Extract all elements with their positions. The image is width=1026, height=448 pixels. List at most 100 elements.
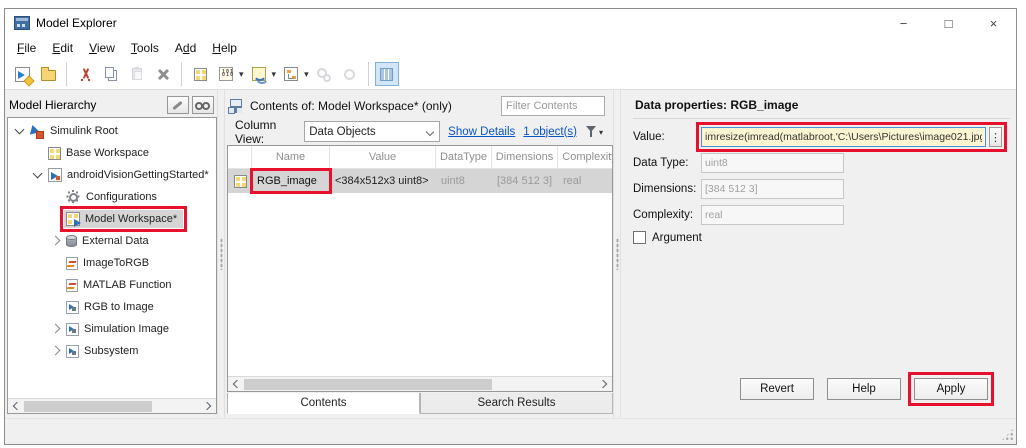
screenshot-stage: Model Explorer − □ × File Edit View Tool… — [0, 0, 1026, 448]
table-row-rgb-image[interactable]: RGB_image <384x512x3 uint8> uint8 [384 5… — [228, 168, 612, 194]
minimize-button[interactable]: − — [881, 9, 926, 37]
dropdown-caret-icon[interactable]: ▾ — [272, 69, 277, 80]
scroll-thumb[interactable] — [244, 378, 492, 390]
tree-item-base-workspace[interactable]: Base Workspace — [8, 142, 216, 164]
tree-item-rgb-to-image[interactable]: RGB to Image — [8, 296, 216, 318]
tree-chevron-icon[interactable] — [48, 299, 64, 315]
pencil-button[interactable] — [167, 96, 189, 114]
tree-item-subsystem[interactable]: Subsystem — [8, 340, 216, 362]
property-label: Value: — [633, 131, 665, 143]
scroll-right-icon[interactable] — [596, 377, 612, 391]
tree-chevron-icon[interactable] — [48, 211, 64, 227]
window-controls: − □ × — [881, 9, 1016, 37]
argument-checkbox[interactable] — [633, 231, 646, 244]
tree-chevron-icon[interactable] — [30, 167, 46, 183]
scroll-right-icon[interactable] — [200, 399, 216, 413]
value-input[interactable] — [701, 127, 986, 147]
tree-item-label: RGB to Image — [84, 301, 154, 313]
dropdown-caret-icon[interactable]: ▾ — [239, 69, 244, 80]
open-model-button[interactable] — [36, 62, 60, 86]
menu-add[interactable]: Add — [167, 39, 204, 57]
tree-item-model-workspace[interactable]: Model Workspace* — [8, 206, 216, 232]
scroll-left-icon[interactable] — [228, 377, 244, 391]
gears-icon — [316, 67, 332, 82]
properties-form: Value: ⋮ Data Type: ⋮ — [633, 122, 1016, 244]
tree-chevron-icon[interactable] — [48, 321, 64, 337]
columns-view-button[interactable] — [374, 62, 399, 86]
cut-button[interactable] — [73, 62, 97, 86]
dropdown-caret-icon[interactable]: ▾ — [304, 69, 309, 80]
tab-search-results[interactable]: Search Results — [420, 393, 613, 414]
gears-button[interactable] — [312, 62, 336, 86]
complexity-input[interactable] — [701, 205, 844, 225]
show-details-link[interactable]: Show Details — [448, 126, 515, 138]
table-header-cell[interactable]: Value — [330, 146, 436, 168]
new-model-icon — [14, 66, 30, 82]
hierarchy-h-scrollbar[interactable] — [8, 398, 216, 413]
delete-button[interactable] — [151, 62, 175, 86]
tree-item-label: External Data — [82, 235, 149, 247]
scroll-left-icon[interactable] — [8, 399, 24, 413]
binary-display-button[interactable] — [214, 62, 238, 86]
delete-icon — [156, 67, 171, 82]
resize-grip-icon[interactable] — [1001, 428, 1014, 441]
tree-chevron-icon[interactable] — [48, 277, 64, 293]
tree-item-matlab-function[interactable]: MATLAB Function — [8, 274, 216, 296]
menu-bar: File Edit View Tools Add Help — [5, 37, 1016, 59]
splitter-left[interactable] — [217, 90, 225, 418]
menu-help[interactable]: Help — [204, 39, 245, 57]
dimensions-input[interactable] — [701, 179, 844, 199]
tree-item-imagetorgb[interactable]: ImageToRGB — [8, 252, 216, 274]
column-view-value: Data Objects — [309, 125, 376, 138]
menu-file[interactable]: File — [9, 39, 44, 57]
column-view-select[interactable]: Data Objects — [304, 121, 441, 142]
tree-item-simulation-image[interactable]: Simulation Image — [8, 318, 216, 340]
tab-contents[interactable]: Contents — [227, 393, 420, 414]
filter-options-button[interactable]: ▾ — [585, 125, 607, 138]
tile-grid-icon — [193, 67, 207, 81]
signal-logging-button[interactable] — [247, 62, 271, 86]
workspace-grid-icon — [233, 174, 247, 188]
tree-view-button[interactable] — [279, 62, 303, 86]
contents-h-scrollbar[interactable] — [228, 376, 612, 391]
data-type-input[interactable] — [701, 153, 844, 173]
splitter-right[interactable] — [613, 90, 621, 418]
close-button[interactable]: × — [971, 9, 1016, 37]
tree-item-external-data[interactable]: External Data — [8, 230, 216, 252]
tree-chevron-icon[interactable] — [48, 189, 64, 205]
tree-chevron-icon[interactable] — [48, 255, 64, 271]
filter-contents-input[interactable] — [501, 96, 605, 116]
table-header-cell[interactable]: Dimensions — [492, 146, 558, 168]
cell-value: <384x512x3 uint8> — [335, 175, 429, 187]
more-options-button[interactable]: ⋮ — [989, 127, 1002, 147]
table-header-cell[interactable]: DataType — [436, 146, 492, 168]
menu-edit[interactable]: Edit — [44, 39, 81, 57]
tree-chevron-icon[interactable] — [30, 145, 46, 161]
menu-view[interactable]: View — [81, 39, 123, 57]
object-count-link[interactable]: 1 object(s) — [523, 126, 577, 138]
circle-button[interactable] — [338, 62, 362, 86]
apply-button[interactable]: Apply — [908, 372, 994, 406]
menu-tools[interactable]: Tools — [123, 39, 167, 57]
tile-panes-button[interactable] — [188, 62, 212, 86]
tree-chevron-icon[interactable] — [12, 123, 28, 139]
new-model-button[interactable] — [10, 62, 34, 86]
filter-funnel-icon — [585, 125, 598, 138]
tree-chevron-icon[interactable] — [48, 343, 64, 359]
revert-button[interactable]: Revert — [740, 378, 814, 400]
tree-item-simulink-root[interactable]: Simulink Root — [8, 120, 216, 142]
tree-item-model[interactable]: androidVisionGettingStarted* — [8, 164, 216, 186]
glasses-button[interactable] — [192, 96, 214, 114]
contents-panel: Contents of: Model Workspace* (only) Col… — [225, 90, 613, 418]
copy-button[interactable] — [99, 62, 123, 86]
table-header-cell[interactable]: Complexity — [558, 146, 612, 168]
table-header-cell[interactable]: Name — [252, 146, 330, 168]
paste-button[interactable] — [125, 62, 149, 86]
maximize-button[interactable]: □ — [926, 9, 971, 37]
workspace-grid-icon — [48, 146, 61, 160]
tree-chevron-icon[interactable] — [48, 233, 64, 249]
tree-item-label: ImageToRGB — [83, 257, 150, 269]
scroll-thumb[interactable] — [24, 400, 152, 412]
tree-item-configurations[interactable]: Configurations — [8, 186, 216, 208]
help-button[interactable]: Help — [827, 378, 901, 400]
